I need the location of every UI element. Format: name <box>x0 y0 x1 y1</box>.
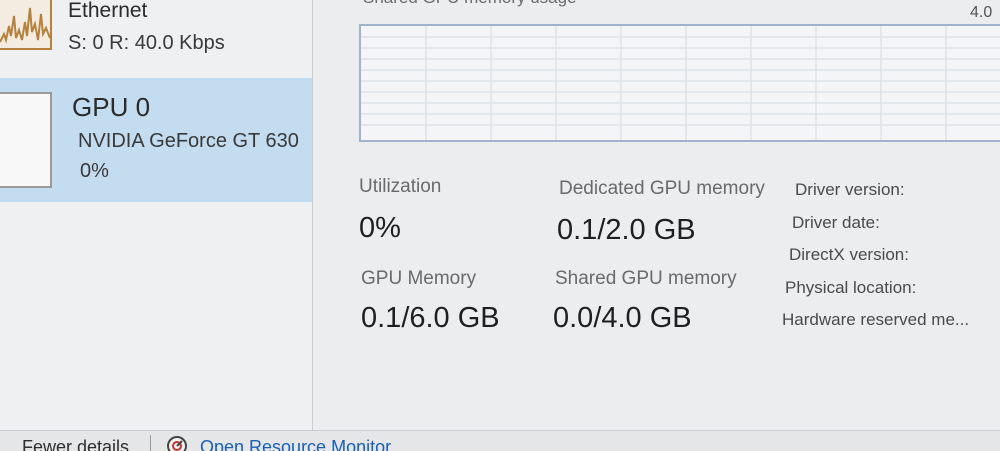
graph-caption: Shared GPU memory usage <box>363 0 577 8</box>
open-resource-monitor-link[interactable]: Open Resource Monitor <box>200 437 391 451</box>
hardware-reserved-memory-label: Hardware reserved me... <box>782 310 970 329</box>
gpu-utilization-percent: 0% <box>80 160 109 182</box>
ethernet-title: Ethernet <box>68 0 148 22</box>
utilization-value: 0% <box>359 212 401 244</box>
fewer-details-button[interactable]: Fewer details <box>22 437 129 451</box>
utilization-label: Utilization <box>359 176 442 197</box>
resource-monitor-icon[interactable] <box>166 435 188 451</box>
sidebar-item-gpu-0[interactable]: GPU 0 NVIDIA GeForce GT 630 0% <box>0 78 312 202</box>
driver-version-label: Driver version: <box>795 180 905 199</box>
ethernet-thumbnail-graph <box>0 0 52 50</box>
dedicated-gpu-memory-value: 0.1/2.0 GB <box>557 214 696 246</box>
footer-separator <box>150 435 151 451</box>
gpu-memory-value: 0.1/6.0 GB <box>361 302 500 334</box>
physical-location-label: Physical location: <box>785 278 917 297</box>
shared-gpu-memory-label: Shared GPU memory <box>555 268 737 289</box>
sidebar-item-ethernet[interactable]: Ethernet S: 0 R: 40.0 Kbps <box>0 0 312 72</box>
graph-grid <box>361 26 1000 140</box>
performance-sidebar: Ethernet S: 0 R: 40.0 Kbps GPU 0 NVIDIA … <box>0 0 313 430</box>
ethernet-stats: S: 0 R: 40.0 Kbps <box>68 32 225 54</box>
gpu-thumbnail-graph <box>0 92 52 188</box>
gpu-name: NVIDIA GeForce GT 630 <box>78 130 299 152</box>
gpu-memory-label: GPU Memory <box>361 268 477 289</box>
dedicated-gpu-memory-label: Dedicated GPU memory <box>559 178 765 199</box>
directx-version-label: DirectX version: <box>789 245 909 264</box>
gpu-details-panel: Shared GPU memory usage 4.0 <box>313 0 1000 430</box>
graph-max-label: 4.0 <box>970 4 993 21</box>
shared-gpu-memory-value: 0.0/4.0 GB <box>553 302 692 334</box>
footer-bar: Fewer details Open Resource Monitor <box>0 430 1000 451</box>
driver-date-label: Driver date: <box>792 213 880 232</box>
shared-gpu-memory-graph <box>359 24 1000 142</box>
gpu-title: GPU 0 <box>72 92 151 122</box>
